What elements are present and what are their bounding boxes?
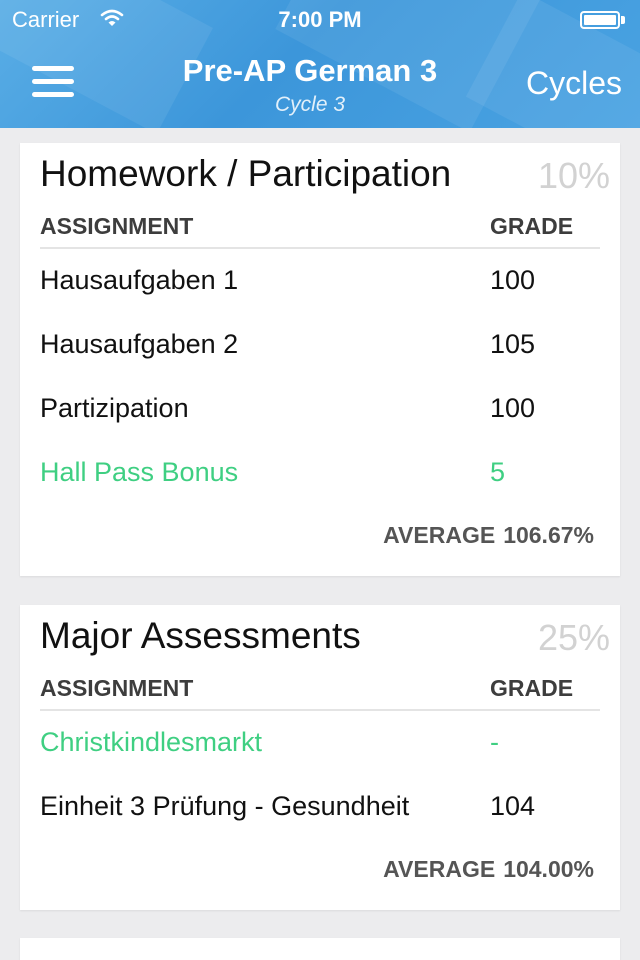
assignment-name: Einheit 3 Prüfung - Gesundheit <box>40 791 410 821</box>
assignment-row[interactable]: Hausaufgaben 2 105 <box>20 329 620 393</box>
navigation-header: Carrier 7:00 PM Pre-AP German 3 Cycle 3 … <box>0 0 640 128</box>
assignment-name: Hall Pass Bonus <box>40 457 239 487</box>
cycles-button[interactable]: Cycles <box>526 65 622 102</box>
category-weight: 10% <box>537 155 610 196</box>
assignment-name: Hausaufgaben 2 <box>40 329 239 359</box>
assignment-name: Christkindlesmarkt <box>40 727 263 757</box>
average-value: 106.67% <box>503 522 594 548</box>
assignment-name: Partizipation <box>40 393 189 423</box>
header-divider <box>40 709 600 711</box>
category-average: AVERAGE 104.00% <box>383 856 594 883</box>
assignment-row[interactable]: Christkindlesmarkt - <box>20 727 620 791</box>
category-title: Homework / Participation <box>40 153 452 194</box>
battery-icon <box>580 11 626 29</box>
category-title: Major Assessments <box>40 615 361 656</box>
assignment-grade: 100 <box>490 393 536 423</box>
assignment-grade: 100 <box>490 265 536 295</box>
assignment-grade: 104 <box>490 791 536 821</box>
average-value: 104.00% <box>503 856 594 882</box>
assignment-column-header: ASSIGNMENT <box>40 213 194 239</box>
assignment-grade: - <box>490 727 499 757</box>
grade-column-header: GRADE <box>490 675 574 701</box>
assignment-row[interactable]: Hausaufgaben 1 100 <box>20 265 620 329</box>
assignment-name: Hausaufgaben 1 <box>40 265 239 295</box>
category-average: AVERAGE 106.67% <box>383 522 594 549</box>
category-card-homework: Homework / Participation 10% ASSIGNMENT … <box>20 143 620 576</box>
header-divider <box>40 247 600 249</box>
assignment-grade: 5 <box>490 457 506 487</box>
category-card-next <box>20 938 620 960</box>
category-weight: 25% <box>537 617 610 658</box>
grade-column-header: GRADE <box>490 213 574 239</box>
assignment-column-header: ASSIGNMENT <box>40 675 194 701</box>
average-label: AVERAGE <box>383 522 496 548</box>
average-label: AVERAGE <box>383 856 496 882</box>
assignment-row[interactable]: Einheit 3 Prüfung - Gesundheit 104 <box>20 791 620 855</box>
assignment-grade: 105 <box>490 329 536 359</box>
assignment-row[interactable]: Hall Pass Bonus 5 <box>20 457 620 521</box>
status-bar: Carrier 7:00 PM <box>0 0 640 40</box>
status-time: 7:00 PM <box>278 7 362 32</box>
category-card-major-assessments: Major Assessments 25% ASSIGNMENT GRADE C… <box>20 605 620 910</box>
assignment-row[interactable]: Partizipation 100 <box>20 393 620 457</box>
